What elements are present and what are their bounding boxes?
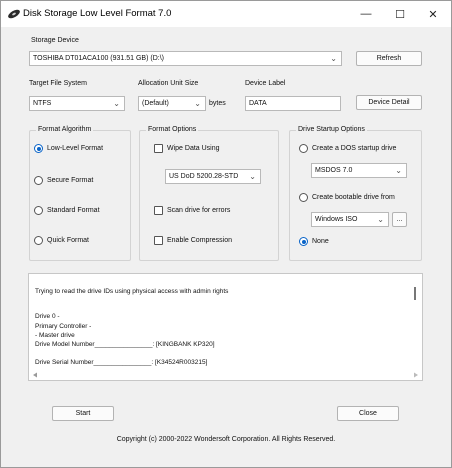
allocation-unit-size-label: Allocation Unit Size: [138, 80, 199, 87]
dos-version-dropdown[interactable]: MSDOS 7.0 ⌄: [311, 163, 407, 178]
log-line: - Master drive: [35, 332, 75, 339]
log-line: Drive Model Number________________: [KIN…: [35, 341, 215, 348]
radio-icon: [34, 236, 43, 245]
dos-startup-radio[interactable]: Create a DOS startup drive: [299, 144, 396, 153]
none-startup-label: None: [312, 238, 329, 245]
secure-format-radio[interactable]: Secure Format: [34, 176, 93, 185]
wipe-data-label: Wipe Data Using: [167, 145, 220, 152]
refresh-button[interactable]: Refresh: [356, 51, 422, 66]
device-label-label: Device Label: [245, 80, 286, 87]
vertical-scrollbar-thumb[interactable]: [414, 287, 416, 300]
minimize-button[interactable]: —: [349, 1, 383, 27]
start-button[interactable]: Start: [52, 406, 114, 421]
chevron-down-icon: ⌄: [395, 166, 402, 175]
main-window: Disk Storage Low Level Format 7.0 — ☐ ✕ …: [0, 0, 452, 468]
wipe-method-dropdown[interactable]: US DoD 5200.28-STD ⌄: [165, 169, 261, 184]
drive-startup-title: Drive Startup Options: [296, 126, 367, 133]
standard-format-radio[interactable]: Standard Format: [34, 206, 100, 215]
log-line: Drive Serial Number________________: [K3…: [35, 359, 208, 366]
close-button[interactable]: Close: [337, 406, 399, 421]
radio-icon: [34, 176, 43, 185]
bytes-unit-label: bytes: [209, 100, 226, 107]
scan-drive-label: Scan drive for errors: [167, 207, 231, 214]
chevron-down-icon: ⌄: [113, 99, 120, 108]
horizontal-scrollbar[interactable]: [30, 371, 421, 379]
allocation-unit-value: (Default): [142, 100, 169, 107]
storage-device-dropdown[interactable]: TOSHIBA DT01ACA100 (931.51 GB) (D:\) ⌄: [29, 51, 342, 66]
file-system-dropdown[interactable]: NTFS ⌄: [29, 96, 125, 111]
device-label-value: DATA: [249, 100, 267, 107]
wipe-method-value: US DoD 5200.28-STD: [169, 173, 239, 180]
low-level-format-radio[interactable]: Low-Level Format: [34, 144, 103, 153]
checkbox-icon: [154, 206, 163, 215]
browse-iso-button[interactable]: ...: [392, 212, 407, 227]
device-detail-button[interactable]: Device Detail: [356, 95, 422, 110]
storage-device-label: Storage Device: [31, 37, 79, 44]
standard-format-label: Standard Format: [47, 207, 100, 214]
log-line: Drive 0 -: [35, 313, 60, 320]
radio-icon: [34, 206, 43, 215]
window-title: Disk Storage Low Level Format 7.0: [23, 8, 172, 19]
format-algorithm-title: Format Algorithm: [36, 126, 94, 133]
chevron-down-icon: ⌄: [249, 172, 256, 181]
enable-compression-label: Enable Compression: [167, 237, 232, 244]
chevron-down-icon: ⌄: [194, 99, 201, 108]
none-startup-radio[interactable]: None: [299, 237, 329, 246]
disk-app-icon: [8, 9, 20, 19]
scan-drive-checkbox[interactable]: Scan drive for errors: [154, 206, 230, 215]
radio-selected-icon: [34, 144, 43, 153]
checkbox-icon: [154, 144, 163, 153]
quick-format-label: Quick Format: [47, 237, 90, 244]
file-system-value: NTFS: [33, 100, 52, 107]
radio-selected-icon: [299, 237, 308, 246]
boot-source-value: Windows ISO: [315, 216, 358, 223]
dos-startup-label: Create a DOS startup drive: [312, 145, 397, 152]
enable-compression-checkbox[interactable]: Enable Compression: [154, 236, 232, 245]
maximize-button[interactable]: ☐: [383, 1, 417, 27]
chevron-down-icon: ⌄: [330, 54, 337, 63]
scroll-right-icon[interactable]: [413, 372, 419, 378]
dos-version-value: MSDOS 7.0: [315, 167, 353, 174]
bootable-drive-radio[interactable]: Create bootable drive from: [299, 193, 395, 202]
log-line: Trying to read the drive IDs using physi…: [35, 288, 229, 295]
wipe-data-checkbox[interactable]: Wipe Data Using: [154, 144, 220, 153]
quick-format-radio[interactable]: Quick Format: [34, 236, 89, 245]
copyright-text: Copyright (c) 2000-2022 Wondersoft Corpo…: [116, 436, 336, 443]
target-file-system-label: Target File System: [29, 80, 87, 87]
radio-icon: [299, 193, 308, 202]
chevron-down-icon: ⌄: [377, 215, 384, 224]
title-bar[interactable]: Disk Storage Low Level Format 7.0 — ☐ ✕: [1, 1, 451, 27]
secure-format-label: Secure Format: [47, 177, 94, 184]
radio-icon: [299, 144, 308, 153]
scroll-left-icon[interactable]: [32, 372, 38, 378]
close-window-button[interactable]: ✕: [416, 1, 450, 27]
allocation-unit-dropdown[interactable]: (Default) ⌄: [138, 96, 206, 111]
log-line: Primary Controller -: [35, 323, 92, 330]
log-output-area[interactable]: Trying to read the drive IDs using physi…: [28, 273, 423, 381]
low-level-format-label: Low-Level Format: [47, 145, 104, 152]
bootable-drive-label: Create bootable drive from: [312, 194, 395, 201]
boot-source-dropdown[interactable]: Windows ISO ⌄: [311, 212, 389, 227]
format-options-title: Format Options: [146, 126, 199, 133]
storage-device-value: TOSHIBA DT01ACA100 (931.51 GB) (D:\): [33, 55, 164, 62]
device-label-input[interactable]: DATA: [245, 96, 341, 111]
checkbox-icon: [154, 236, 163, 245]
